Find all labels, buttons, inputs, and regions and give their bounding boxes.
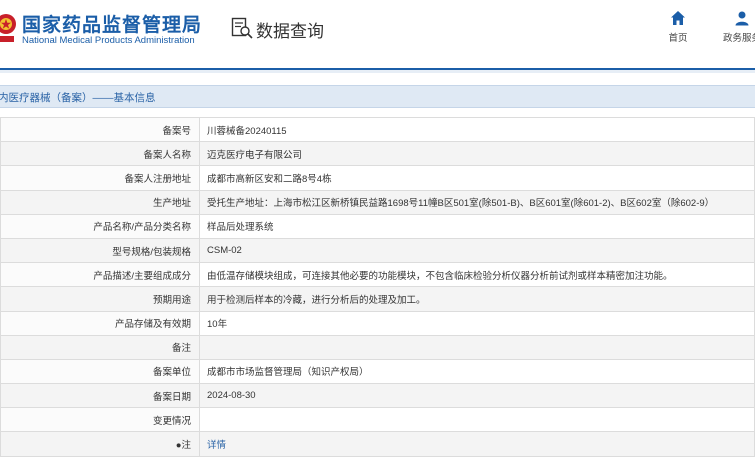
table-row: 变更情况 (0, 407, 755, 433)
details-link[interactable]: 详情 (207, 440, 226, 451)
data-query-icon (231, 17, 253, 39)
table-row: ●注 详情 (0, 431, 755, 457)
table-row: 备案人名称 迈克医疗电子有限公司 (0, 141, 755, 167)
field-value: 川蓉械备20240115 (199, 116, 755, 143)
field-label: 备案单位 (0, 358, 200, 385)
site-header: 国家药品监督管理局 National Medical Products Admi… (0, 0, 755, 73)
field-label: 产品名称/产品分类名称 (0, 213, 200, 239)
nav-service-label: 政务服务 (722, 33, 755, 44)
table-row: 备注 (0, 334, 755, 360)
page-title: 数据查询 (256, 22, 324, 41)
field-label: 备注 (0, 334, 200, 360)
table-row: 生产地址 受托生产地址：上海市松江区新桥镇民益路1698号11幢B区501室(除… (0, 189, 755, 215)
nav-home-label: 首页 (668, 33, 688, 44)
field-label: 产品描述/主要组成成分 (0, 262, 200, 288)
field-value: 由低温存储模块组成，可连接其他必要的功能模块，不包含临床检验分析仪器分析前试剂或… (199, 262, 755, 288)
field-value: 详情 (199, 431, 755, 457)
field-label: ●注 (0, 431, 200, 457)
field-label: 备案人注册地址 (0, 165, 200, 191)
table-row: 备案号 川蓉械备20240115 (0, 116, 755, 143)
field-value (199, 407, 755, 433)
table-row: 备案单位 成都市市场监督管理局（知识产权局） (0, 358, 755, 385)
table-row: 产品描述/主要组成成分 由低温存储模块组成，可连接其他必要的功能模块，不包含临床… (0, 262, 755, 288)
section-title-bar: 内医疗器械（备案）——基本信息 (0, 85, 755, 108)
field-label: 备案人名称 (0, 141, 200, 167)
field-label: 型号规格/包装规格 (0, 237, 200, 264)
table-row: 备案人注册地址 成都市高新区安和二路8号4栋 (0, 165, 755, 191)
field-value: 受托生产地址：上海市松江区新桥镇民益路1698号11幢B区501室(除501-B… (199, 189, 755, 215)
table-row: 备案日期 2024-08-30 (0, 383, 755, 409)
record-detail-table: 备案号 川蓉械备20240115 备案人名称 迈克医疗电子有限公司 备案人注册地… (0, 116, 755, 457)
field-value: 成都市市场监督管理局（知识产权局） (199, 358, 755, 385)
site-logo-title: 国家药品监督管理局 (22, 15, 203, 36)
field-label: 产品存储及有效期 (0, 310, 200, 336)
field-value: 样品后处理系统 (199, 213, 755, 239)
field-label: 变更情况 (0, 407, 200, 433)
table-row: 产品名称/产品分类名称 样品后处理系统 (0, 213, 755, 239)
field-value: 成都市高新区安和二路8号4栋 (199, 165, 755, 191)
table-row: 产品存储及有效期 10年 (0, 310, 755, 336)
field-label: 备案号 (0, 116, 200, 143)
table-row: 型号规格/包装规格 CSM-02 (0, 237, 755, 264)
field-label: 预期用途 (0, 286, 200, 312)
field-value: 10年 (199, 310, 755, 336)
nav-home[interactable]: 首页 (653, 10, 703, 44)
table-row: 预期用途 用于检测后样本的冷藏，进行分析后的处理及加工。 (0, 286, 755, 312)
person-icon (735, 11, 749, 26)
field-label: 生产地址 (0, 189, 200, 215)
nav-government-service[interactable]: 政务服务 (712, 10, 755, 44)
field-value: 迈克医疗电子有限公司 (199, 141, 755, 167)
section-title: 内医疗器械（备案）——基本信息 (0, 92, 156, 104)
national-emblem-icon (0, 14, 16, 42)
field-label: 备案日期 (0, 383, 200, 409)
field-value (199, 334, 755, 360)
site-logo-subtitle: National Medical Products Administration (22, 35, 195, 46)
note-label: 注 (181, 440, 191, 452)
field-value: 2024-08-30 (199, 383, 755, 409)
field-value: 用于检测后样本的冷藏，进行分析后的处理及加工。 (199, 286, 755, 312)
home-icon (671, 11, 685, 25)
field-value: CSM-02 (199, 237, 755, 264)
header-divider-shadow (0, 70, 755, 73)
